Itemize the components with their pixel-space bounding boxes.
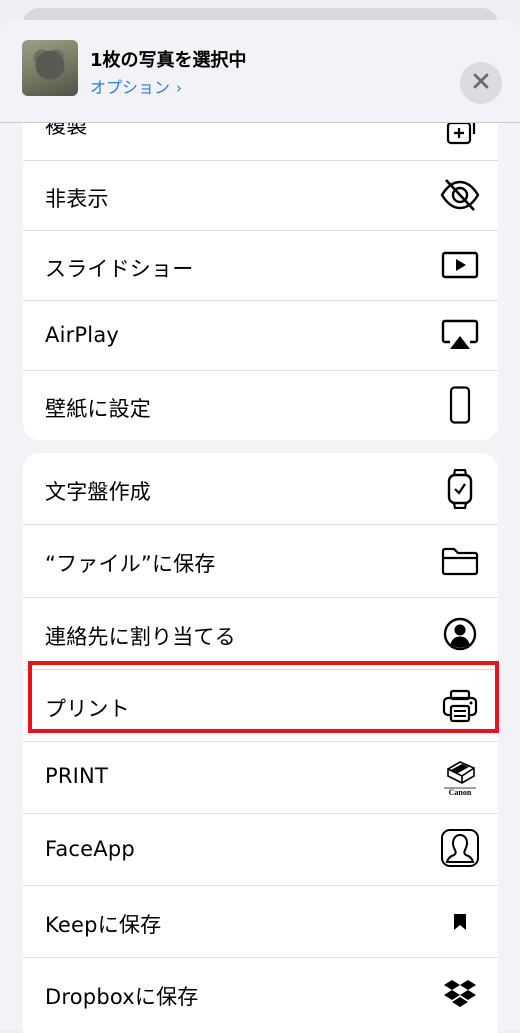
actions-group-1: 複製 非表示 スライドショー AirPlay 壁紙に設定 <box>23 90 498 440</box>
canon-print-app-icon: Canon <box>440 756 480 797</box>
action-faceapp[interactable]: FaceApp <box>23 814 498 885</box>
action-set-wallpaper[interactable]: 壁紙に設定 <box>23 371 498 440</box>
action-label: スライドショー <box>45 257 194 281</box>
bookmark-icon <box>440 902 480 942</box>
action-save-to-keep[interactable]: Keepに保存 <box>23 886 498 957</box>
airplay-icon <box>440 315 480 355</box>
action-save-to-files[interactable]: “ファイル”に保存 <box>23 525 498 597</box>
action-label: Dropboxに保存 <box>45 985 199 1009</box>
close-icon <box>472 72 490 94</box>
action-label: 連絡先に割り当てる <box>45 625 236 649</box>
action-hide[interactable]: 非表示 <box>23 161 498 230</box>
action-label: 文字盤作成 <box>45 480 151 504</box>
action-airplay[interactable]: AirPlay <box>23 301 498 370</box>
options-link[interactable]: オプション › <box>90 74 182 98</box>
faceapp-icon <box>440 828 480 868</box>
chevron-right-icon: › <box>176 79 183 97</box>
action-label: “ファイル”に保存 <box>45 552 216 576</box>
close-button[interactable] <box>460 62 502 104</box>
action-canon-print[interactable]: PRINT Canon <box>23 742 498 813</box>
action-label: PRINT <box>45 764 108 788</box>
action-label: AirPlay <box>45 323 120 347</box>
action-label: 非表示 <box>45 187 109 211</box>
play-rectangle-icon <box>440 245 480 285</box>
selected-photo-thumbnail <box>22 40 78 96</box>
action-create-watch-face[interactable]: 文字盤作成 <box>23 453 498 524</box>
action-label: 壁紙に設定 <box>45 397 151 421</box>
watch-icon <box>440 469 480 509</box>
person-circle-icon <box>440 614 480 654</box>
canon-brand-text: Canon <box>449 788 472 797</box>
folder-icon <box>440 541 480 581</box>
action-save-to-dropbox[interactable]: Dropboxに保存 <box>23 958 498 1030</box>
iphone-icon <box>440 385 480 425</box>
action-label: FaceApp <box>45 837 135 861</box>
dropbox-icon <box>440 974 480 1014</box>
action-label: Keepに保存 <box>45 913 162 937</box>
actions-group-2: 文字盤作成 “ファイル”に保存 連絡先に割り当てる プリント PRINT Can… <box>23 453 498 1033</box>
share-sheet-header: 1枚の写真を選択中 オプション › <box>0 20 520 123</box>
eye-slash-icon <box>440 175 480 215</box>
selection-title: 1枚の写真を選択中 <box>90 50 247 71</box>
action-assign-to-contact[interactable]: 連絡先に割り当てる <box>23 598 498 669</box>
print-highlight-box <box>28 661 499 733</box>
action-slideshow[interactable]: スライドショー <box>23 231 498 300</box>
options-label: オプション <box>90 78 171 97</box>
